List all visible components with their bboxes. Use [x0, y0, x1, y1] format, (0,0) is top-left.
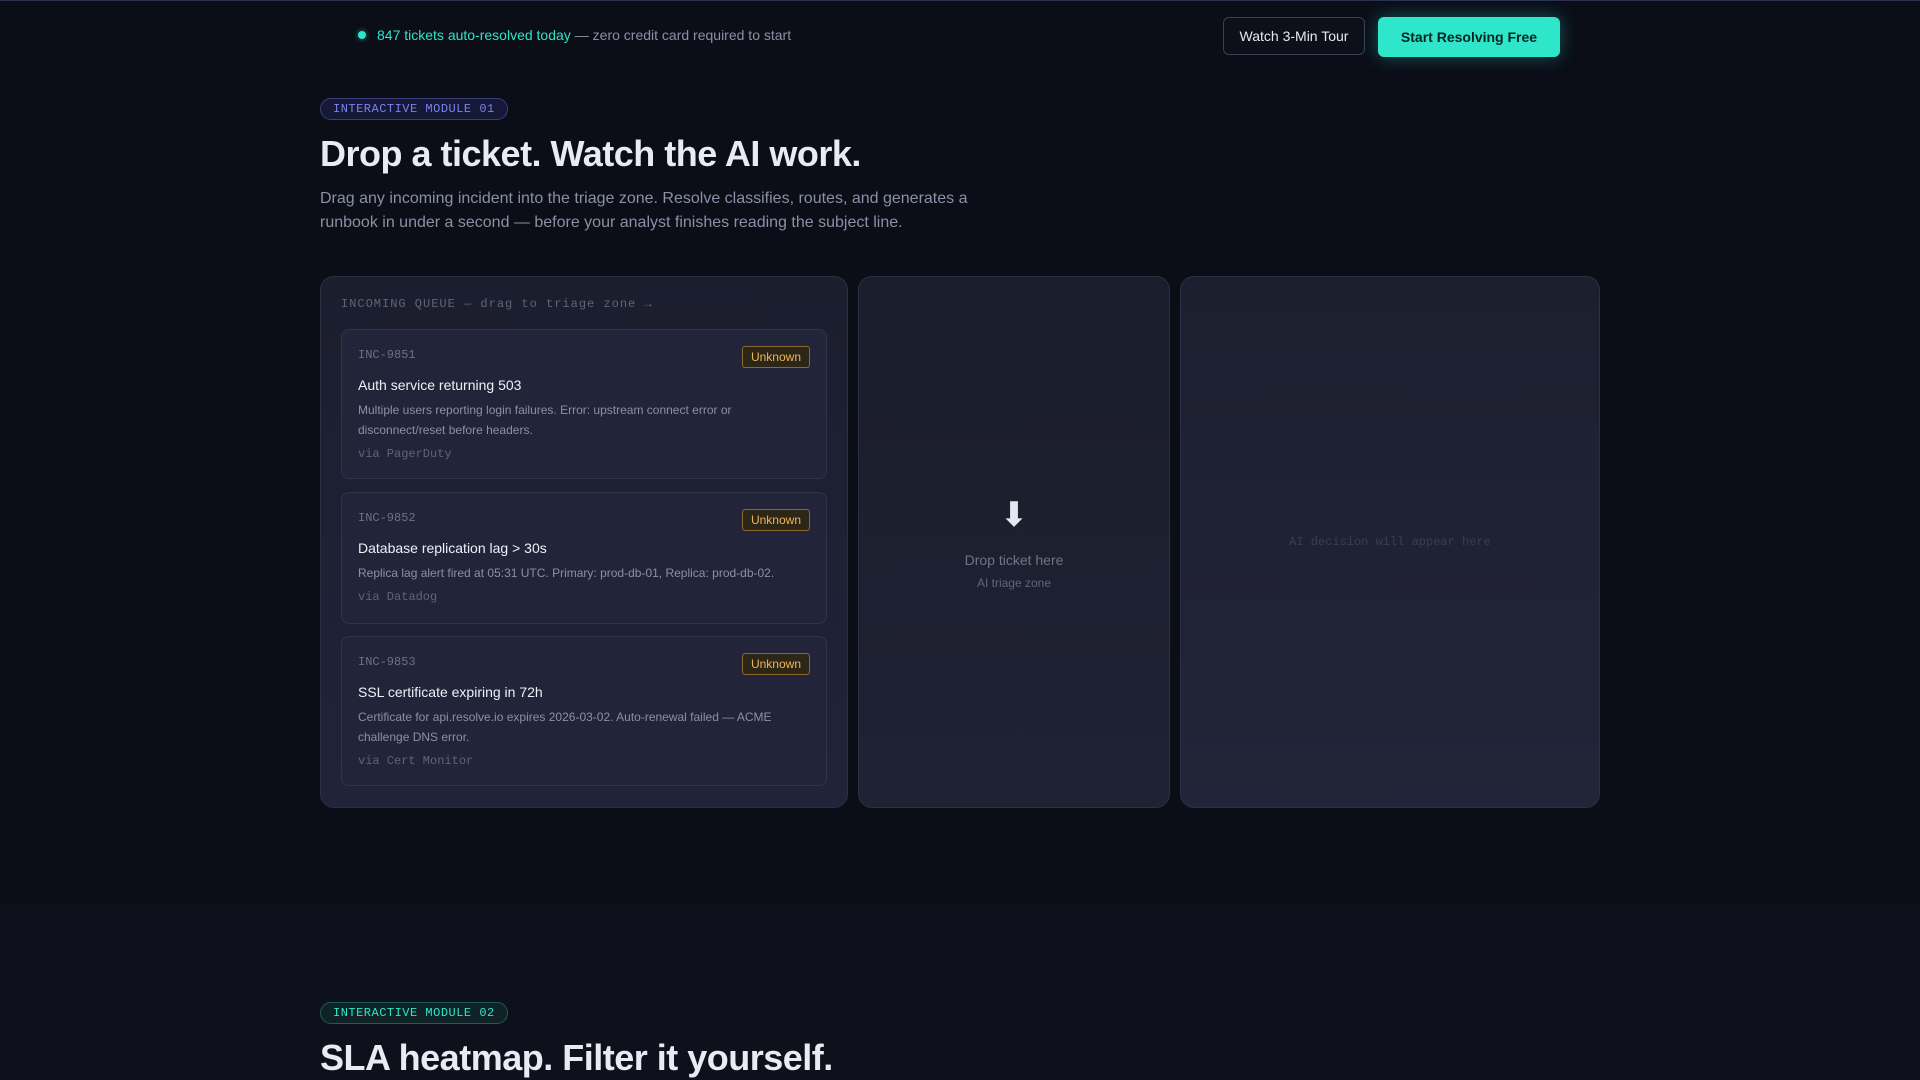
module-2-section: [0, 903, 1920, 1080]
ticket-status-badge: Unknown: [741, 346, 810, 368]
ticket-id: INC-9851: [358, 348, 416, 362]
module-1-badge: INTERACTIVE MODULE 01: [320, 98, 508, 120]
module-2-badge: INTERACTIVE MODULE 02: [320, 1002, 508, 1024]
drop-zone-label: Drop ticket here: [964, 552, 1064, 568]
module-1-title: Drop a ticket. Watch the AI work.: [320, 133, 861, 174]
top-bar: 847 tickets auto-resolved today — zero c…: [0, 0, 1920, 74]
drop-zone-sublabel: AI triage zone: [976, 576, 1052, 590]
ai-decision-panel: AI decision will appear here: [1180, 276, 1600, 808]
ticket-status-badge: Unknown: [741, 509, 810, 531]
ticket-status-badge: Unknown: [741, 653, 810, 675]
ticket-id: INC-9853: [358, 655, 416, 669]
start-resolving-button[interactable]: Start Resolving Free: [1378, 17, 1560, 57]
queue-title: INCOMING QUEUE — drag to triage zone →: [341, 297, 653, 311]
incoming-queue-panel: INCOMING QUEUE — drag to triage zone → I…: [320, 276, 848, 808]
module-2-title: SLA heatmap. Filter it yourself.: [320, 1037, 833, 1078]
ticket-title: Auth service returning 503: [358, 377, 522, 393]
ticket-source: via Cert Monitor: [358, 754, 474, 768]
ticket-description: Replica lag alert fired at 05:31 UTC. Pr…: [358, 566, 775, 580]
ticket-card-inc-9852[interactable]: INC-9852 Unknown Database replication la…: [341, 492, 827, 624]
ticket-title: SSL certificate expiring in 72h: [358, 684, 543, 700]
promo-text: — zero credit card required to start: [574, 27, 792, 43]
ticket-description: Certificate for api.resolve.io expires 2…: [358, 710, 772, 744]
promo-banner: 847 tickets auto-resolved today — zero c…: [358, 27, 791, 43]
ticket-card-inc-9853[interactable]: INC-9853 Unknown SSL certificate expirin…: [341, 636, 827, 786]
ticket-source: via Datadog: [358, 590, 438, 604]
arrow-down-icon: ⬇: [999, 496, 1029, 534]
promo-highlight: 847 tickets auto-resolved today: [377, 27, 571, 43]
ticket-title: Database replication lag > 30s: [358, 540, 547, 556]
live-status-dot: [358, 31, 366, 39]
module-1-description: Drag any incoming incident into the tria…: [320, 190, 968, 231]
ticket-source: via PagerDuty: [358, 447, 452, 461]
watch-tour-button[interactable]: Watch 3-Min Tour: [1223, 17, 1365, 55]
ticket-card-inc-9851[interactable]: INC-9851 Unknown Auth service returning …: [341, 329, 827, 479]
triage-drop-zone[interactable]: ⬇ Drop ticket here AI triage zone: [858, 276, 1170, 808]
ai-decision-placeholder: AI decision will appear here: [1289, 535, 1491, 549]
ticket-id: INC-9852: [358, 511, 416, 525]
ticket-description: Multiple users reporting login failures.…: [358, 403, 732, 437]
